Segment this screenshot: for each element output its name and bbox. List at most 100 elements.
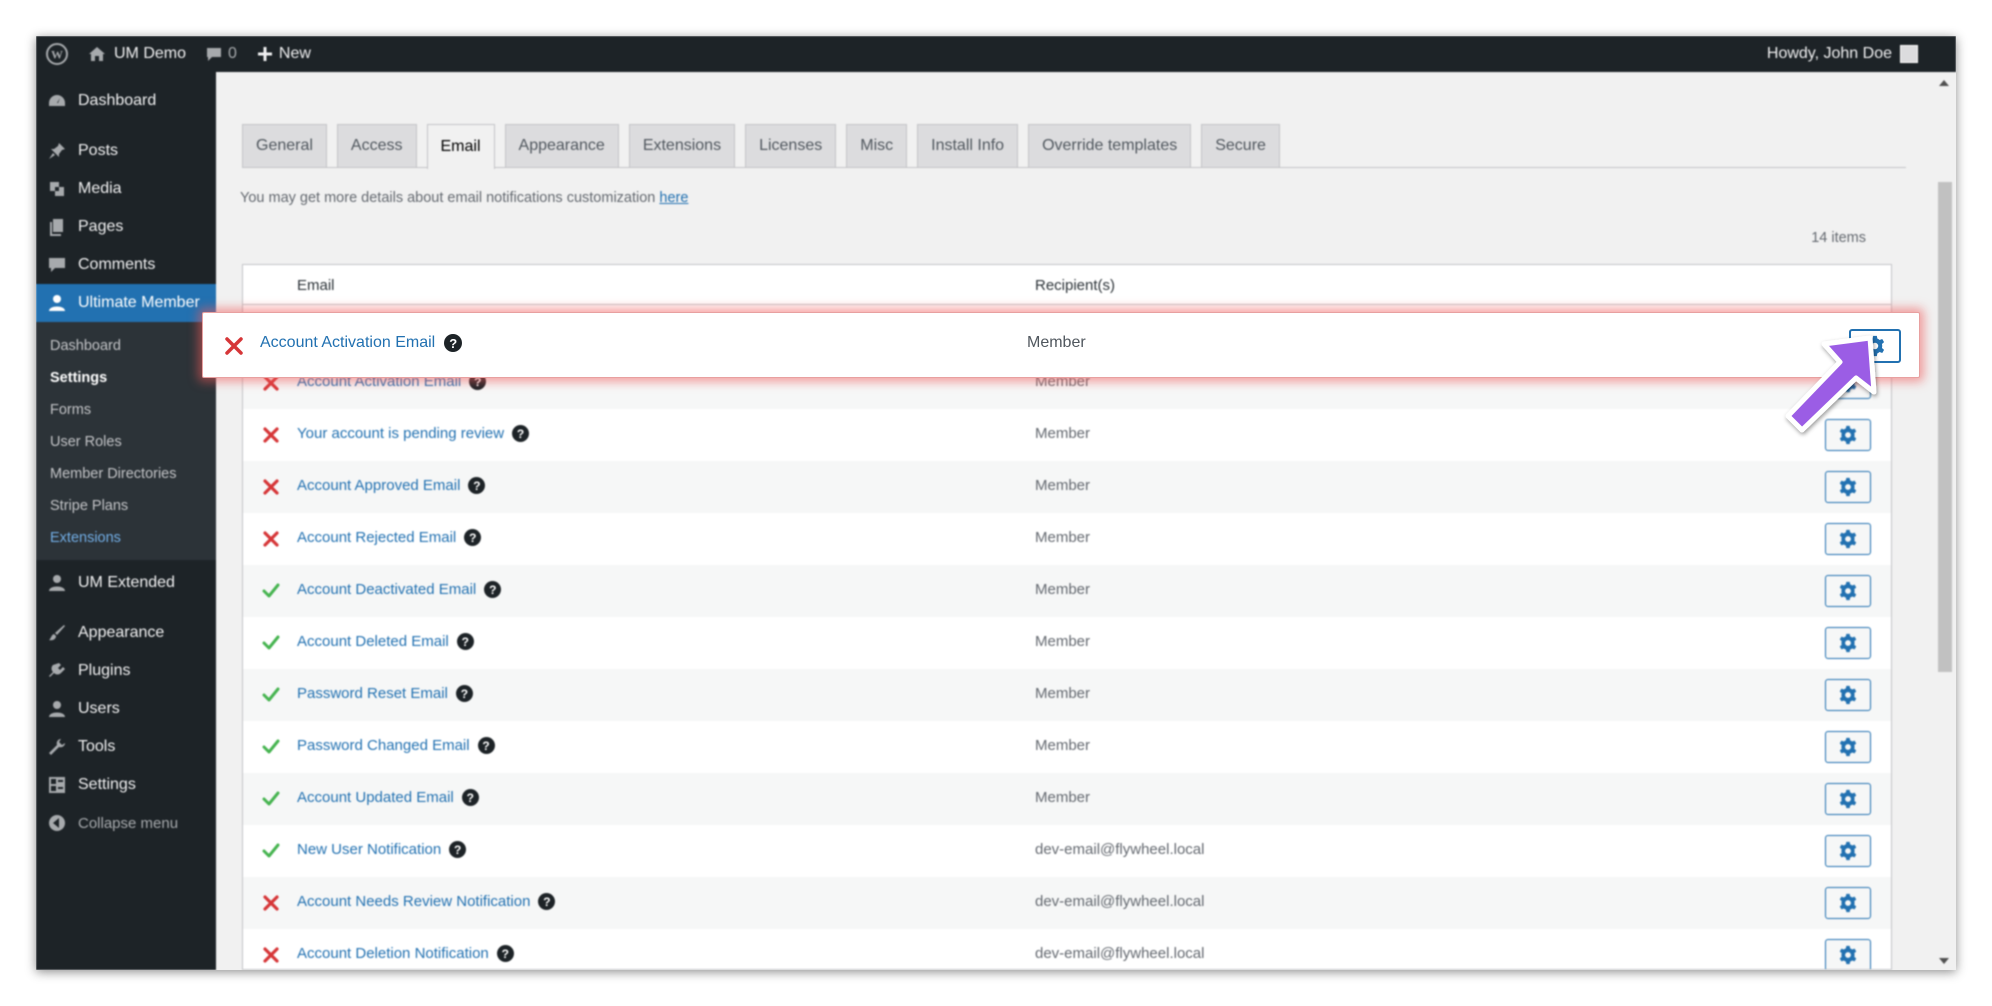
email-name-link[interactable]: Account Needs Review Notification?: [297, 893, 556, 910]
tab-secure[interactable]: Secure: [1201, 124, 1280, 167]
scroll-down-arrow-icon[interactable]: [1939, 958, 1949, 964]
edit-email-settings-button[interactable]: [1825, 835, 1871, 867]
email-name-link[interactable]: Account Deleted Email?: [297, 633, 474, 650]
scroll-thumb[interactable]: [1938, 182, 1952, 672]
edit-email-settings-button[interactable]: [1825, 471, 1871, 503]
help-icon[interactable]: ?: [484, 581, 502, 598]
help-icon[interactable]: ?: [455, 685, 473, 702]
help-icon[interactable]: ?: [461, 789, 479, 806]
sidebar-item-label: Settings: [78, 776, 136, 793]
tab-general[interactable]: General: [242, 124, 327, 167]
tab-extensions[interactable]: Extensions: [628, 124, 736, 167]
help-icon[interactable]: ?: [468, 477, 486, 494]
email-name: Account Deletion Notification: [297, 945, 489, 962]
collapse-menu-button[interactable]: Collapse menu: [36, 804, 216, 842]
admin-sidebar: Dashboard Posts Media Pages Comments Ult…: [36, 72, 216, 970]
sidebar-item-dashboard[interactable]: Dashboard: [36, 82, 216, 120]
edit-email-settings-button[interactable]: [1825, 575, 1871, 607]
email-name-link[interactable]: Account Deletion Notification?: [297, 945, 514, 962]
edit-email-settings-button[interactable]: [1825, 783, 1871, 815]
sidebar-item-settings[interactable]: Settings: [36, 766, 216, 804]
comments-link[interactable]: 0: [196, 36, 247, 72]
table-body: Account Welcome Email?MemberAccount Acti…: [243, 305, 1891, 969]
email-name-link[interactable]: Password Changed Email?: [297, 737, 495, 754]
brush-icon: [46, 623, 68, 643]
edit-email-settings-button[interactable]: [1825, 731, 1871, 763]
sidebar-item-label: Ultimate Member: [78, 294, 200, 311]
email-name-link[interactable]: Account Updated Email?: [297, 789, 479, 806]
submenu-item-user-roles[interactable]: User Roles: [36, 426, 216, 458]
email-name-link[interactable]: Account Rejected Email?: [297, 529, 482, 546]
tab-email[interactable]: Email: [426, 124, 495, 169]
email-recipient: Member: [1035, 737, 1091, 754]
email-name-link[interactable]: Account Approved Email?: [297, 477, 486, 494]
email-name-link[interactable]: Password Reset Email?: [297, 685, 473, 702]
help-icon[interactable]: ?: [444, 334, 463, 352]
sidebar-item-plugins[interactable]: Plugins: [36, 652, 216, 690]
submenu-item-settings[interactable]: Settings: [36, 362, 216, 394]
disabled-x-icon: [223, 335, 245, 357]
help-icon[interactable]: ?: [449, 841, 467, 858]
edit-email-settings-button[interactable]: [1825, 887, 1871, 919]
tab-appearance[interactable]: Appearance: [504, 124, 619, 167]
my-account-link[interactable]: Howdy, John Doe: [1757, 36, 1956, 72]
help-icon[interactable]: ?: [538, 893, 556, 910]
help-icon[interactable]: ?: [477, 737, 495, 754]
note-link[interactable]: here: [659, 190, 688, 206]
settings-icon: [46, 775, 68, 795]
help-icon[interactable]: ?: [464, 529, 482, 546]
site-name-link[interactable]: UM Demo: [78, 36, 196, 72]
edit-email-settings-button[interactable]: [1825, 939, 1871, 969]
email-name-link[interactable]: Your account is pending review?: [297, 425, 530, 442]
tab-override-templates[interactable]: Override templates: [1028, 124, 1192, 167]
page-scrollbar[interactable]: [1932, 72, 1956, 970]
sidebar-item-label: Users: [78, 700, 120, 717]
sidebar-item-comments[interactable]: Comments: [36, 246, 216, 284]
sidebar-item-tools[interactable]: Tools: [36, 728, 216, 766]
submenu-item-stripe-plans[interactable]: Stripe Plans: [36, 490, 216, 522]
sidebar-item-label: Posts: [78, 142, 119, 159]
column-header-recipients[interactable]: Recipient(s): [1035, 277, 1115, 294]
submenu-item-extensions[interactable]: Extensions: [36, 522, 216, 554]
browser-frame: W UM Demo 0 New Howdy, John Doe Dashboar…: [36, 36, 1956, 970]
disabled-x-icon: [261, 893, 281, 913]
admin-bar: W UM Demo 0 New Howdy, John Doe: [36, 36, 1956, 72]
help-icon[interactable]: ?: [456, 633, 474, 650]
user-icon: [46, 573, 68, 593]
enabled-check-icon: [261, 581, 281, 601]
howdy-text: Howdy, John Doe: [1766, 45, 1892, 62]
wordpress-logo-icon[interactable]: W: [36, 36, 78, 72]
email-recipient: dev-email@flywheel.local: [1035, 945, 1205, 962]
sidebar-item-ultimate-member[interactable]: Ultimate Member: [36, 284, 216, 322]
scroll-up-arrow-icon[interactable]: [1939, 80, 1949, 86]
new-content-link[interactable]: New: [247, 36, 321, 72]
sidebar-item-media[interactable]: Media: [36, 170, 216, 208]
help-icon[interactable]: ?: [512, 425, 530, 442]
sidebar-item-users[interactable]: Users: [36, 690, 216, 728]
submenu-item-forms[interactable]: Forms: [36, 394, 216, 426]
sidebar-item-appearance[interactable]: Appearance: [36, 614, 216, 652]
email-name: Account Needs Review Notification: [297, 893, 531, 910]
sidebar-item-pages[interactable]: Pages: [36, 208, 216, 246]
email-recipient: Member: [1035, 633, 1091, 650]
email-name-link[interactable]: New User Notification?: [297, 841, 467, 858]
email-name-link[interactable]: Account Activation Email ?: [260, 334, 463, 352]
tab-access[interactable]: Access: [336, 124, 417, 167]
email-name-link[interactable]: Account Deactivated Email?: [297, 581, 502, 598]
help-icon[interactable]: ?: [496, 945, 514, 962]
tab-install-info[interactable]: Install Info: [917, 124, 1019, 167]
submenu-item-dashboard[interactable]: Dashboard: [36, 330, 216, 362]
sidebar-item-posts[interactable]: Posts: [36, 132, 216, 170]
email-recipient: Member: [1035, 789, 1091, 806]
column-header-email[interactable]: Email: [297, 277, 335, 294]
comment-icon: [207, 48, 222, 61]
edit-email-settings-button[interactable]: [1825, 523, 1871, 555]
edit-email-settings-button[interactable]: [1825, 627, 1871, 659]
edit-email-settings-button[interactable]: [1825, 679, 1871, 711]
tab-licenses[interactable]: Licenses: [745, 124, 837, 167]
tab-misc[interactable]: Misc: [846, 124, 908, 167]
sidebar-item-um-extended[interactable]: UM Extended: [36, 564, 216, 602]
highlighted-row-account-activation-email[interactable]: Account Activation Email ? Member: [202, 312, 1920, 378]
submenu-item-member-directories[interactable]: Member Directories: [36, 458, 216, 490]
ultimate-member-submenu: Dashboard Settings Forms User Roles Memb…: [36, 322, 216, 560]
